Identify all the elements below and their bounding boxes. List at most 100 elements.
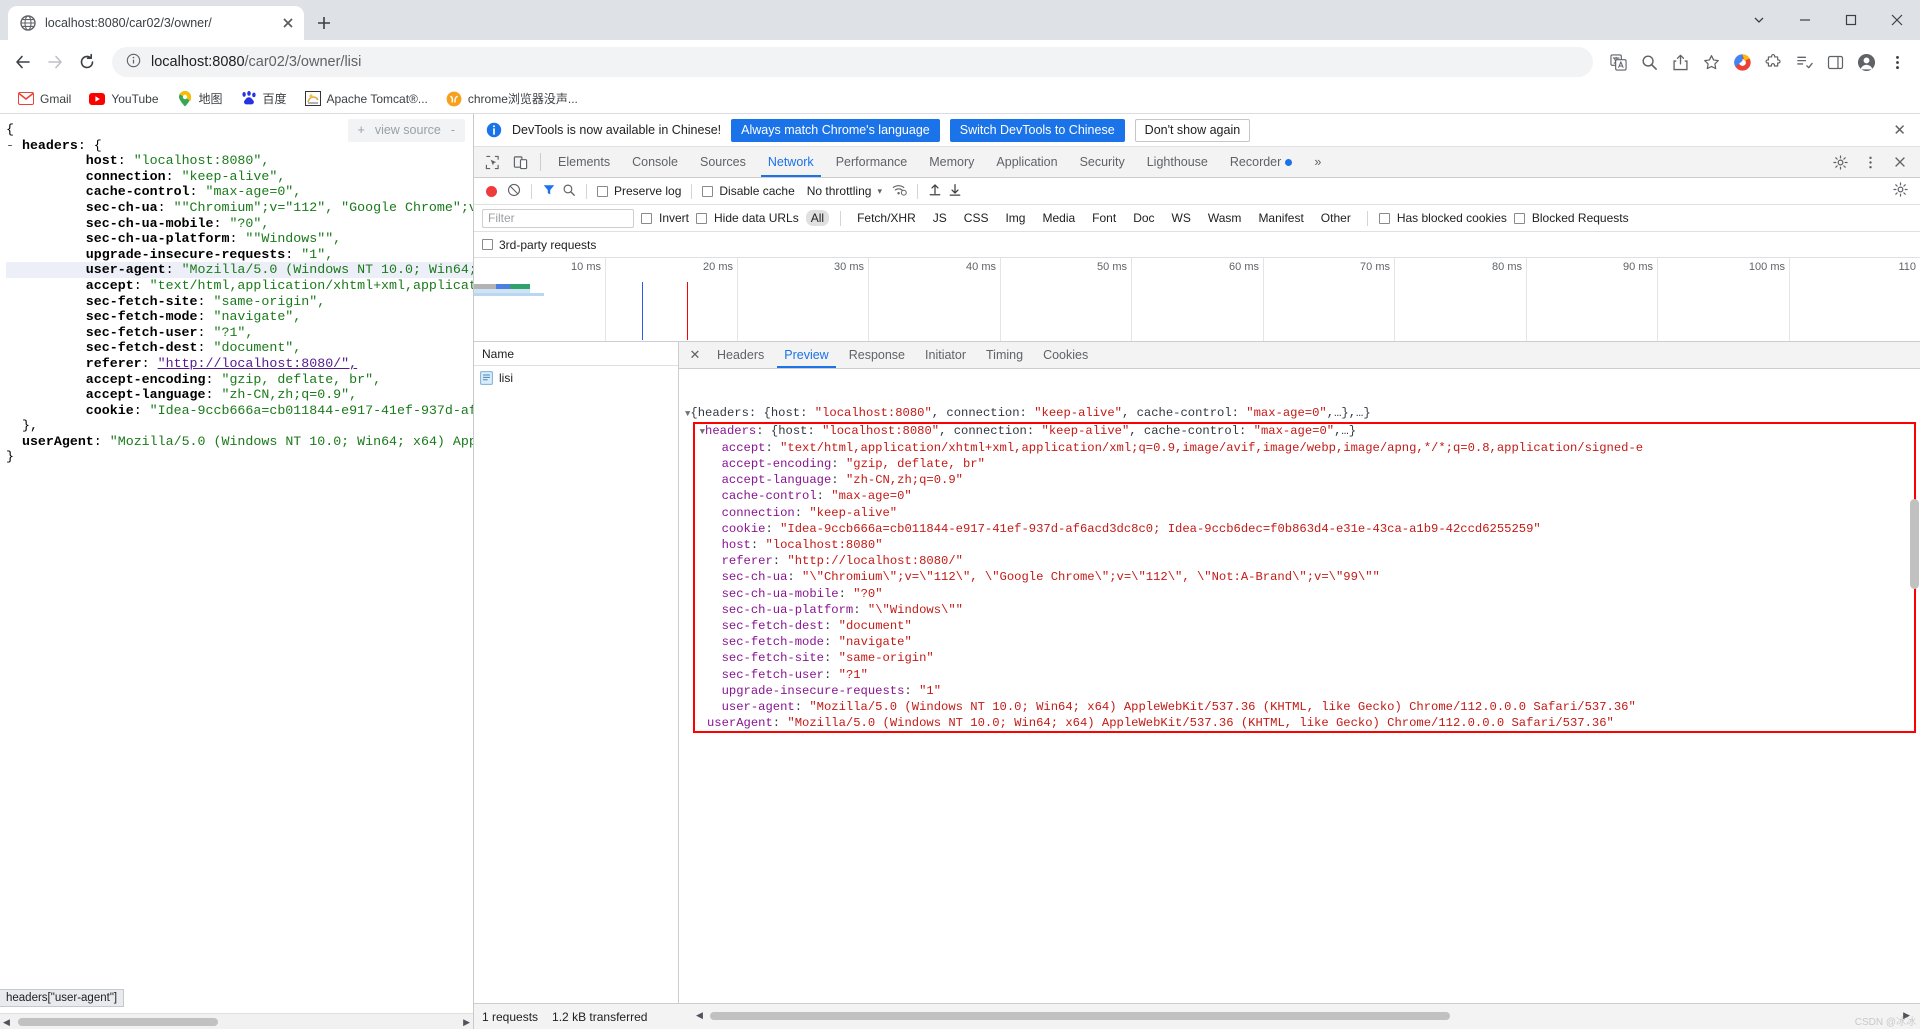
puzzle-icon[interactable]: [1758, 47, 1788, 77]
preview-horizontal-scrollbar[interactable]: ◀ ▶: [694, 1010, 1912, 1022]
scrollbar-thumb[interactable]: [710, 1012, 1450, 1020]
close-icon[interactable]: ✕: [1893, 121, 1910, 139]
network-overview-timeline[interactable]: 10 ms 20 ms 30 ms 40 ms 50 ms 60 ms 70 ms 80 ms…: [474, 258, 1920, 342]
disable-cache-checkbox[interactable]: [702, 185, 714, 197]
network-settings-gear-icon[interactable]: [1893, 182, 1912, 200]
device-toolbar-icon[interactable]: [506, 147, 534, 177]
import-har-icon[interactable]: [928, 182, 942, 200]
export-har-icon[interactable]: [948, 182, 962, 200]
resource-type-media[interactable]: Media: [1037, 210, 1080, 226]
window-close-icon[interactable]: [1874, 0, 1920, 40]
resource-type-font[interactable]: Font: [1087, 210, 1121, 226]
bookmark-chrome-note[interactable]: chrome浏览器没声...: [438, 87, 586, 110]
share-icon[interactable]: [1665, 47, 1695, 77]
close-icon[interactable]: [1886, 155, 1914, 169]
has-blocked-cookies-checkbox[interactable]: [1378, 212, 1390, 224]
back-arrow-icon[interactable]: [8, 47, 38, 77]
resource-type-ws[interactable]: WS: [1167, 210, 1196, 226]
new-tab-button[interactable]: [310, 9, 338, 37]
info-circle-icon[interactable]: [126, 53, 141, 72]
resource-type-fetch-xhr[interactable]: Fetch/XHR: [852, 210, 921, 226]
view-source-plus[interactable]: +: [358, 123, 365, 137]
tab-performance[interactable]: Performance: [825, 147, 919, 177]
chevron-down-icon[interactable]: ▾: [877, 186, 882, 197]
browser-tab[interactable]: localhost:8080/car02/3/owner/: [8, 6, 304, 40]
preserve-log-label[interactable]: Preserve log: [614, 184, 681, 198]
profile-icon[interactable]: [1851, 47, 1881, 77]
detail-tab-preview[interactable]: Preview: [774, 342, 838, 368]
preview-vertical-scrollbar[interactable]: [1910, 499, 1919, 589]
inspect-element-icon[interactable]: [478, 147, 506, 177]
view-source-minus[interactable]: -: [451, 123, 455, 137]
search-icon[interactable]: [562, 183, 576, 200]
translate-icon[interactable]: [1603, 47, 1633, 77]
gear-icon[interactable]: [1826, 154, 1854, 170]
kebab-menu-icon[interactable]: [1882, 47, 1912, 77]
preserve-log-checkbox[interactable]: [597, 185, 608, 197]
star-icon[interactable]: [1696, 47, 1726, 77]
blocked-requests-checkbox[interactable]: [1513, 212, 1525, 224]
detail-tab-response[interactable]: Response: [839, 342, 915, 368]
kebab-menu-icon[interactable]: [1856, 155, 1884, 170]
switch-devtools-to-chinese-button[interactable]: Switch DevTools to Chinese: [949, 118, 1125, 142]
resource-type-doc[interactable]: Doc: [1128, 210, 1159, 226]
network-conditions-icon[interactable]: [892, 182, 907, 200]
scroll-left-arrow[interactable]: ◀: [696, 1010, 703, 1021]
clear-icon[interactable]: [507, 183, 521, 200]
hide-data-urls-checkbox[interactable]: [696, 212, 708, 224]
detail-tab-initiator[interactable]: Initiator: [915, 342, 976, 368]
scroll-right-arrow[interactable]: ▶: [463, 1017, 470, 1028]
tab-application[interactable]: Application: [985, 147, 1068, 177]
tab-recorder[interactable]: Recorder: [1219, 147, 1303, 177]
detail-tab-timing[interactable]: Timing: [976, 342, 1033, 368]
resource-type-js[interactable]: JS: [928, 210, 952, 226]
tab-lighthouse[interactable]: Lighthouse: [1136, 147, 1219, 177]
third-party-requests-checkbox[interactable]: [482, 239, 493, 250]
chevron-down-icon[interactable]: [1736, 0, 1782, 40]
extension-circle-icon[interactable]: [1727, 47, 1757, 77]
tab-security[interactable]: Security: [1069, 147, 1136, 177]
sidepanel-icon[interactable]: [1820, 47, 1850, 77]
reload-icon[interactable]: [72, 47, 102, 77]
filter-input[interactable]: Filter: [482, 208, 634, 228]
invert-checkbox[interactable]: [641, 212, 652, 224]
resource-type-wasm[interactable]: Wasm: [1203, 210, 1247, 226]
invert-label[interactable]: Invert: [659, 211, 689, 225]
detail-tab-headers[interactable]: Headers: [707, 342, 774, 368]
minimize-icon[interactable]: [1782, 0, 1828, 40]
maximize-icon[interactable]: [1828, 0, 1874, 40]
resource-type-css[interactable]: CSS: [959, 210, 994, 226]
forward-arrow-icon[interactable]: [40, 47, 70, 77]
hide-data-urls-label[interactable]: Hide data URLs: [714, 211, 799, 225]
resource-type-other[interactable]: Other: [1316, 210, 1356, 226]
collapse-toggle[interactable]: -: [6, 138, 14, 153]
close-icon[interactable]: ✕: [683, 342, 707, 368]
dont-show-again-button[interactable]: Don't show again: [1134, 118, 1251, 142]
close-icon[interactable]: [280, 15, 296, 31]
filter-funnel-icon[interactable]: [542, 183, 556, 200]
table-row[interactable]: lisi: [474, 366, 678, 389]
address-bar[interactable]: localhost:8080/car02/3/owner/lisi: [112, 47, 1593, 77]
has-blocked-cookies-label[interactable]: Has blocked cookies: [1397, 211, 1507, 225]
always-match-language-button[interactable]: Always match Chrome's language: [731, 118, 940, 142]
view-source-label[interactable]: view source: [375, 123, 441, 137]
third-party-requests-label[interactable]: 3rd-party requests: [499, 238, 596, 252]
blocked-requests-label[interactable]: Blocked Requests: [1532, 211, 1629, 225]
throttling-select[interactable]: No throttling: [807, 184, 872, 198]
bookmark-maps[interactable]: 地图: [169, 87, 231, 110]
resource-type-manifest[interactable]: Manifest: [1253, 210, 1308, 226]
tab-memory[interactable]: Memory: [918, 147, 985, 177]
tab-network[interactable]: Network: [757, 147, 825, 177]
tab-console[interactable]: Console: [621, 147, 689, 177]
resource-type-all[interactable]: All: [805, 210, 830, 226]
bookmark-tomcat[interactable]: Apache Tomcat®...: [297, 88, 436, 110]
bookmark-baidu[interactable]: 百度: [233, 87, 295, 110]
scroll-left-arrow[interactable]: ◀: [3, 1017, 10, 1028]
page-horizontal-scrollbar[interactable]: ◀ ▶: [0, 1013, 473, 1029]
view-source-toggle[interactable]: + view source -: [347, 119, 465, 142]
disable-cache-label[interactable]: Disable cache: [719, 184, 794, 198]
requests-column-header[interactable]: Name: [474, 342, 678, 366]
more-tabs-icon[interactable]: »: [1303, 147, 1332, 177]
record-stop-icon[interactable]: [486, 185, 497, 197]
detail-tab-cookies[interactable]: Cookies: [1033, 342, 1098, 368]
